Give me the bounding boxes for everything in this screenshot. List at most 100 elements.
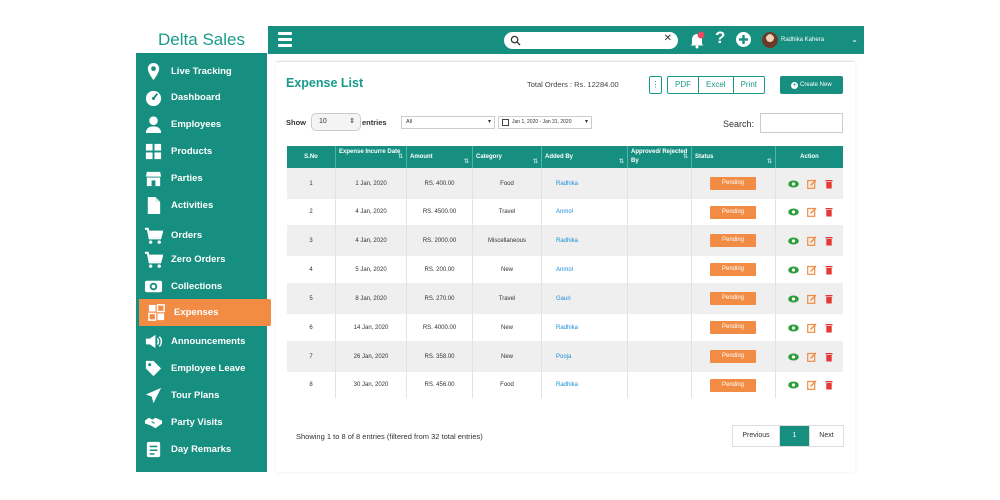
sidebar-item-collections[interactable]: Collections — [136, 273, 267, 300]
view-eye-icon[interactable] — [788, 180, 799, 188]
column-header-amount[interactable]: Amount ⇅ — [407, 146, 473, 168]
column-header-approved-by[interactable]: Approved/ Rejected By ⇅ — [628, 146, 692, 168]
status-badge[interactable]: Pending — [710, 263, 756, 276]
sidebar-item-day-remarks[interactable]: Day Remarks — [136, 436, 267, 463]
hamburger-menu-icon[interactable] — [278, 32, 292, 48]
date-range-picker[interactable]: Jan 1, 2020 - Jan 31, 2020 ▾ — [498, 116, 592, 129]
view-eye-icon[interactable] — [788, 208, 799, 216]
edit-icon[interactable] — [807, 293, 817, 304]
cell-added-by[interactable]: Radhika — [542, 225, 628, 256]
delete-trash-icon[interactable] — [825, 323, 833, 333]
delete-trash-icon[interactable] — [825, 294, 833, 304]
create-new-label: Create New — [799, 82, 832, 88]
sidebar-item-live-tracking[interactable]: Live Tracking — [136, 58, 267, 85]
status-badge[interactable]: Pending — [710, 292, 756, 305]
cell-category: Miscellaneous — [473, 225, 542, 256]
notification-bell-icon[interactable] — [688, 31, 706, 49]
status-badge[interactable]: Pending — [710, 350, 756, 363]
cell-status: Pending — [692, 256, 776, 283]
user-name[interactable]: Radhika Kahera — [781, 26, 824, 54]
print-button[interactable]: Print — [733, 76, 766, 94]
chevron-down-icon[interactable]: ⌄ — [851, 26, 858, 54]
sidebar-item-orders[interactable]: Orders — [136, 222, 267, 249]
edit-icon[interactable] — [807, 351, 817, 362]
cell-added-by[interactable]: Radhika — [542, 372, 628, 398]
table-row: 8 30 Jan, 2020 RS. 456.00 Food Radhika Pendin… — [287, 372, 843, 398]
sidebar-item-products[interactable]: Products — [136, 138, 267, 165]
status-badge[interactable]: Pending — [710, 234, 756, 247]
status-badge[interactable]: Pending — [710, 177, 756, 190]
sidebar-item-dashboard[interactable]: Dashboard — [136, 84, 267, 111]
status-badge[interactable]: Pending — [710, 378, 756, 392]
edit-icon[interactable] — [807, 322, 817, 333]
cell-status: Pending — [692, 372, 776, 398]
cell-added-by[interactable]: Anmol — [542, 199, 628, 225]
cell-added-by[interactable]: Pooja — [542, 341, 628, 372]
edit-icon[interactable] — [807, 235, 817, 246]
delete-trash-icon[interactable] — [825, 236, 833, 246]
sidebar-item-label: Employees — [171, 119, 222, 130]
cell-sno: 5 — [287, 283, 336, 314]
brand-logo[interactable]: Delta Sales — [136, 26, 267, 53]
create-new-button[interactable]: + Create New — [780, 76, 843, 94]
next-page-button[interactable]: Next — [809, 426, 843, 446]
column-header-status[interactable]: Status ⇅ — [692, 146, 776, 168]
cell-amount: RS. 4500.00 — [407, 199, 473, 225]
cell-category: New — [473, 256, 542, 283]
cell-approved-by — [628, 256, 692, 283]
delete-trash-icon[interactable] — [825, 380, 833, 390]
view-eye-icon[interactable] — [788, 237, 799, 245]
sidebar-item-expenses[interactable]: Expenses — [139, 299, 271, 326]
edit-icon[interactable] — [807, 207, 817, 217]
sidebar-item-employee-leave[interactable]: Employee Leave — [136, 355, 267, 382]
page-1-button[interactable]: 1 — [780, 426, 809, 446]
filter-select[interactable]: All ▾ — [401, 116, 495, 129]
view-eye-icon[interactable] — [788, 295, 799, 303]
clear-search-icon[interactable]: ✕ — [664, 33, 672, 44]
more-options-button[interactable]: ⋮ — [649, 76, 662, 94]
previous-page-button[interactable]: Previous — [733, 426, 780, 446]
status-badge[interactable]: Pending — [710, 205, 756, 219]
sidebar-item-party-visits[interactable]: Party Visits — [136, 409, 267, 436]
view-eye-icon[interactable] — [788, 266, 799, 274]
delete-trash-icon[interactable] — [825, 179, 833, 189]
sidebar-item-activities[interactable]: Activities — [136, 192, 267, 219]
search-label: Search: — [723, 119, 755, 129]
header-label: Amount — [410, 154, 433, 160]
cell-added-by[interactable]: Gauri — [542, 283, 628, 314]
edit-icon[interactable] — [807, 178, 817, 189]
edit-icon[interactable] — [807, 264, 817, 275]
view-eye-icon[interactable] — [788, 381, 799, 389]
plus-circle-icon: + — [791, 82, 799, 89]
view-eye-icon[interactable] — [788, 324, 799, 332]
cell-added-by[interactable]: Anmol — [542, 256, 628, 283]
delete-trash-icon[interactable] — [825, 352, 833, 362]
column-header-category[interactable]: Category ⇅ — [473, 146, 542, 168]
add-circle-icon[interactable] — [735, 31, 752, 48]
status-badge[interactable]: Pending — [710, 321, 756, 334]
column-header-added-by[interactable]: Added By ⇅ — [542, 146, 628, 168]
view-eye-icon[interactable] — [788, 353, 799, 361]
sidebar-item-employees[interactable]: Employees — [136, 111, 267, 138]
cell-added-by[interactable]: Radhika — [542, 168, 628, 199]
global-search-input[interactable]: ✕ — [504, 32, 678, 49]
export-button-group: ⋮ PDF Excel Print — [649, 76, 766, 94]
sidebar-item-zero-orders[interactable]: Zero Orders — [136, 246, 267, 273]
delete-trash-icon[interactable] — [825, 265, 833, 275]
cell-date: 5 Jan, 2020 — [336, 256, 407, 283]
pdf-button[interactable]: PDF — [667, 76, 699, 94]
sidebar-item-announcements[interactable]: Announcements — [136, 328, 267, 355]
delete-trash-icon[interactable] — [825, 207, 833, 217]
entries-per-page-select[interactable]: 10 ⇕ — [311, 113, 361, 131]
column-header-date[interactable]: Expense Incurre Date ⇅ — [336, 146, 407, 168]
cell-actions — [776, 256, 843, 283]
cell-added-by[interactable]: Radhika — [542, 314, 628, 341]
sidebar-item-tour-plans[interactable]: Tour Plans — [136, 382, 267, 409]
sidebar-item-parties[interactable]: Parties — [136, 165, 267, 192]
column-header-sno[interactable]: S.No — [287, 146, 336, 168]
edit-icon[interactable] — [807, 380, 817, 390]
excel-button[interactable]: Excel — [699, 76, 734, 94]
help-icon[interactable]: ? — [715, 28, 725, 48]
avatar[interactable] — [762, 32, 778, 48]
table-search-input[interactable] — [760, 113, 843, 133]
